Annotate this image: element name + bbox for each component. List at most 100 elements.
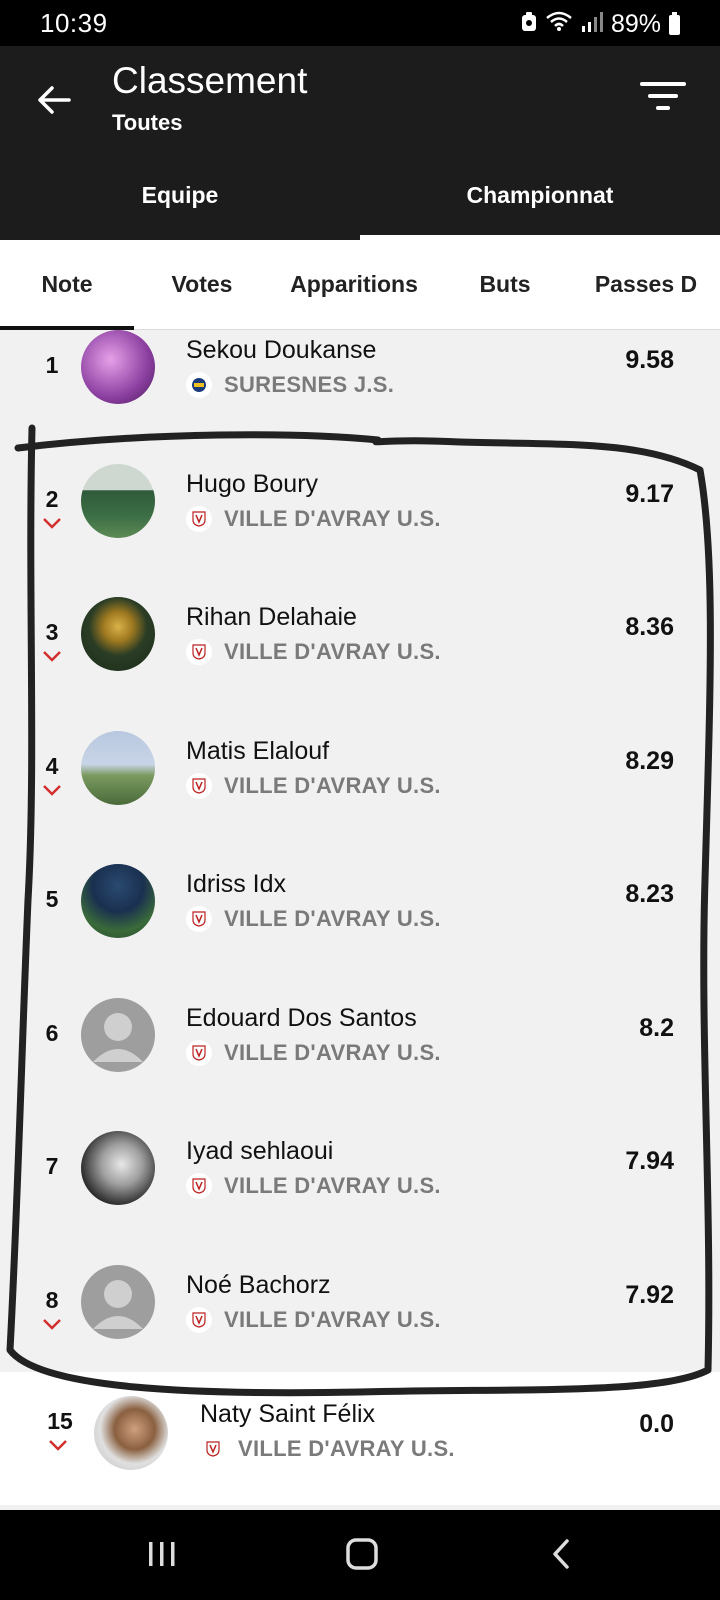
player-name: Noé Bachorz <box>186 1271 331 1299</box>
filter-button[interactable] <box>640 76 688 120</box>
tab-equipe[interactable]: Equipe <box>0 150 360 240</box>
arrow-left-icon <box>38 86 71 114</box>
list-item[interactable]: 6 Edouard Dos Santos VILLE D'AVRAY U.S. … <box>0 998 720 1131</box>
rank-number: 7 <box>45 1153 59 1179</box>
rank-number: 1 <box>45 352 59 378</box>
club: VILLE D'AVRAY U.S. <box>186 1307 441 1333</box>
list-item[interactable]: 5 Idriss Idx VILLE D'AVRAY U.S. 8.23 <box>0 864 720 998</box>
club: VILLE D'AVRAY U.S. <box>186 1173 441 1199</box>
player-score: 8.23 <box>625 880 674 908</box>
recent-apps-button[interactable] <box>140 1532 184 1576</box>
player-name: Edouard Dos Santos <box>186 1004 417 1032</box>
rank-number: 8 <box>45 1287 59 1313</box>
avatar <box>81 1131 155 1205</box>
default-user-icon <box>93 1280 143 1329</box>
battery-level: 89% <box>610 10 661 38</box>
rank-number: 4 <box>45 753 59 779</box>
player-name: Sekou Doukanse <box>186 336 377 364</box>
tab-note[interactable]: Note <box>0 240 134 330</box>
player-name: Naty Saint Félix <box>200 1400 376 1428</box>
list-item[interactable]: 3 Rihan Delahaie VILLE D'AVRAY U.S. 8.36 <box>0 597 720 731</box>
status-bar: 10:39 89% <box>0 0 720 46</box>
club-name: VILLE D'AVRAY U.S. <box>224 506 441 531</box>
tab-apparitions[interactable]: Apparitions <box>270 240 438 330</box>
club-name: VILLE D'AVRAY U.S. <box>224 1040 441 1065</box>
status-time: 10:39 <box>40 8 108 38</box>
player-name: Matis Elalouf <box>186 737 330 765</box>
club-crest-icon <box>186 1040 212 1066</box>
club: VILLE D'AVRAY U.S. <box>186 906 441 932</box>
club-name: VILLE D'AVRAY U.S. <box>224 906 441 931</box>
signal-icon <box>581 10 603 39</box>
player-score: 9.58 <box>625 346 674 374</box>
rank-number: 6 <box>45 1020 59 1046</box>
current-player-row[interactable]: 15 Naty Saint Félix VILLE D'AVRAY U.S. 0… <box>0 1372 720 1505</box>
avatar <box>81 731 155 805</box>
club: VILLE D'AVRAY U.S. <box>186 506 441 532</box>
player-name: Hugo Boury <box>186 470 319 498</box>
trend-down-icon <box>43 518 61 529</box>
club-crest-icon <box>186 1307 212 1333</box>
tab-buts[interactable]: Buts <box>438 240 572 330</box>
default-user-icon <box>93 1013 143 1062</box>
page-subtitle: Toutes <box>112 110 183 135</box>
list-item[interactable]: 1 Sekou Doukanse SURESNES J.S. 9.58 <box>0 330 720 464</box>
back-button[interactable] <box>28 74 80 126</box>
avatar-placeholder <box>81 1265 155 1339</box>
filter-icon <box>640 82 686 86</box>
list-item[interactable]: 8 Noé Bachorz VILLE D'AVRAY U.S. 7.92 <box>0 1265 720 1372</box>
club-crest-icon <box>186 906 212 932</box>
trend-down-icon <box>43 785 61 796</box>
system-nav-bar <box>0 1510 720 1600</box>
rank-number: 3 <box>45 619 59 645</box>
list-item[interactable]: 4 Matis Elalouf VILLE D'AVRAY U.S. 8.29 <box>0 731 720 864</box>
club-name: VILLE D'AVRAY U.S. <box>238 1436 455 1461</box>
club-crest-icon <box>186 639 212 665</box>
club: SURESNES J.S. <box>186 372 394 398</box>
player-score: 0.0 <box>639 1410 674 1438</box>
avatar <box>81 864 155 938</box>
club: VILLE D'AVRAY U.S. <box>200 1436 455 1462</box>
club-name: VILLE D'AVRAY U.S. <box>224 773 441 798</box>
main-tabs: Equipe Championnat <box>0 150 720 240</box>
list-item[interactable]: 7 Iyad sehlaoui VILLE D'AVRAY U.S. 7.94 <box>0 1131 720 1265</box>
home-button[interactable] <box>340 1532 384 1576</box>
club: VILLE D'AVRAY U.S. <box>186 639 441 665</box>
chevron-left-icon <box>553 1539 569 1569</box>
club-crest-icon <box>186 372 212 398</box>
data-saver-icon <box>521 10 537 39</box>
tab-championnat[interactable]: Championnat <box>360 150 720 240</box>
player-name: Iyad sehlaoui <box>186 1137 334 1165</box>
player-score: 8.36 <box>625 613 674 641</box>
ranking-list: 1 Sekou Doukanse SURESNES J.S. 9.58 2 Hu… <box>0 330 720 1505</box>
club-crest-icon <box>186 1173 212 1199</box>
club: VILLE D'AVRAY U.S. <box>186 773 441 799</box>
page-title: Classement <box>112 60 308 101</box>
player-name: Rihan Delahaie <box>186 603 357 631</box>
tab-passes-d[interactable]: Passes D <box>572 240 720 330</box>
club-crest-icon <box>200 1436 226 1462</box>
player-score: 7.94 <box>625 1147 674 1175</box>
screen: 10:39 89% Classement Toutes Equipe Champ… <box>0 0 720 1600</box>
player-score: 8.29 <box>625 747 674 775</box>
system-back-button[interactable] <box>540 1532 584 1576</box>
trend-down-icon <box>43 651 61 662</box>
club: VILLE D'AVRAY U.S. <box>186 1040 441 1066</box>
recent-apps-icon <box>149 1542 175 1566</box>
wifi-icon <box>545 10 573 39</box>
player-score: 7.92 <box>625 1281 674 1309</box>
player-name: Idriss Idx <box>186 870 287 898</box>
list-item[interactable]: 2 Hugo Boury VILLE D'AVRAY U.S. 9.17 <box>0 464 720 597</box>
player-score: 8.2 <box>639 1014 674 1042</box>
trend-down-icon <box>49 1440 67 1451</box>
battery-icon <box>669 11 680 35</box>
club-name: SURESNES J.S. <box>224 372 395 397</box>
club-name: VILLE D'AVRAY U.S. <box>224 639 441 664</box>
rank-number: 15 <box>47 1408 73 1434</box>
avatar <box>94 1396 168 1470</box>
club-name: VILLE D'AVRAY U.S. <box>224 1307 441 1332</box>
tab-votes[interactable]: Votes <box>134 240 270 330</box>
avatar-placeholder <box>81 998 155 1072</box>
rank-number: 5 <box>45 886 59 912</box>
status-icons: 89% <box>521 10 680 39</box>
